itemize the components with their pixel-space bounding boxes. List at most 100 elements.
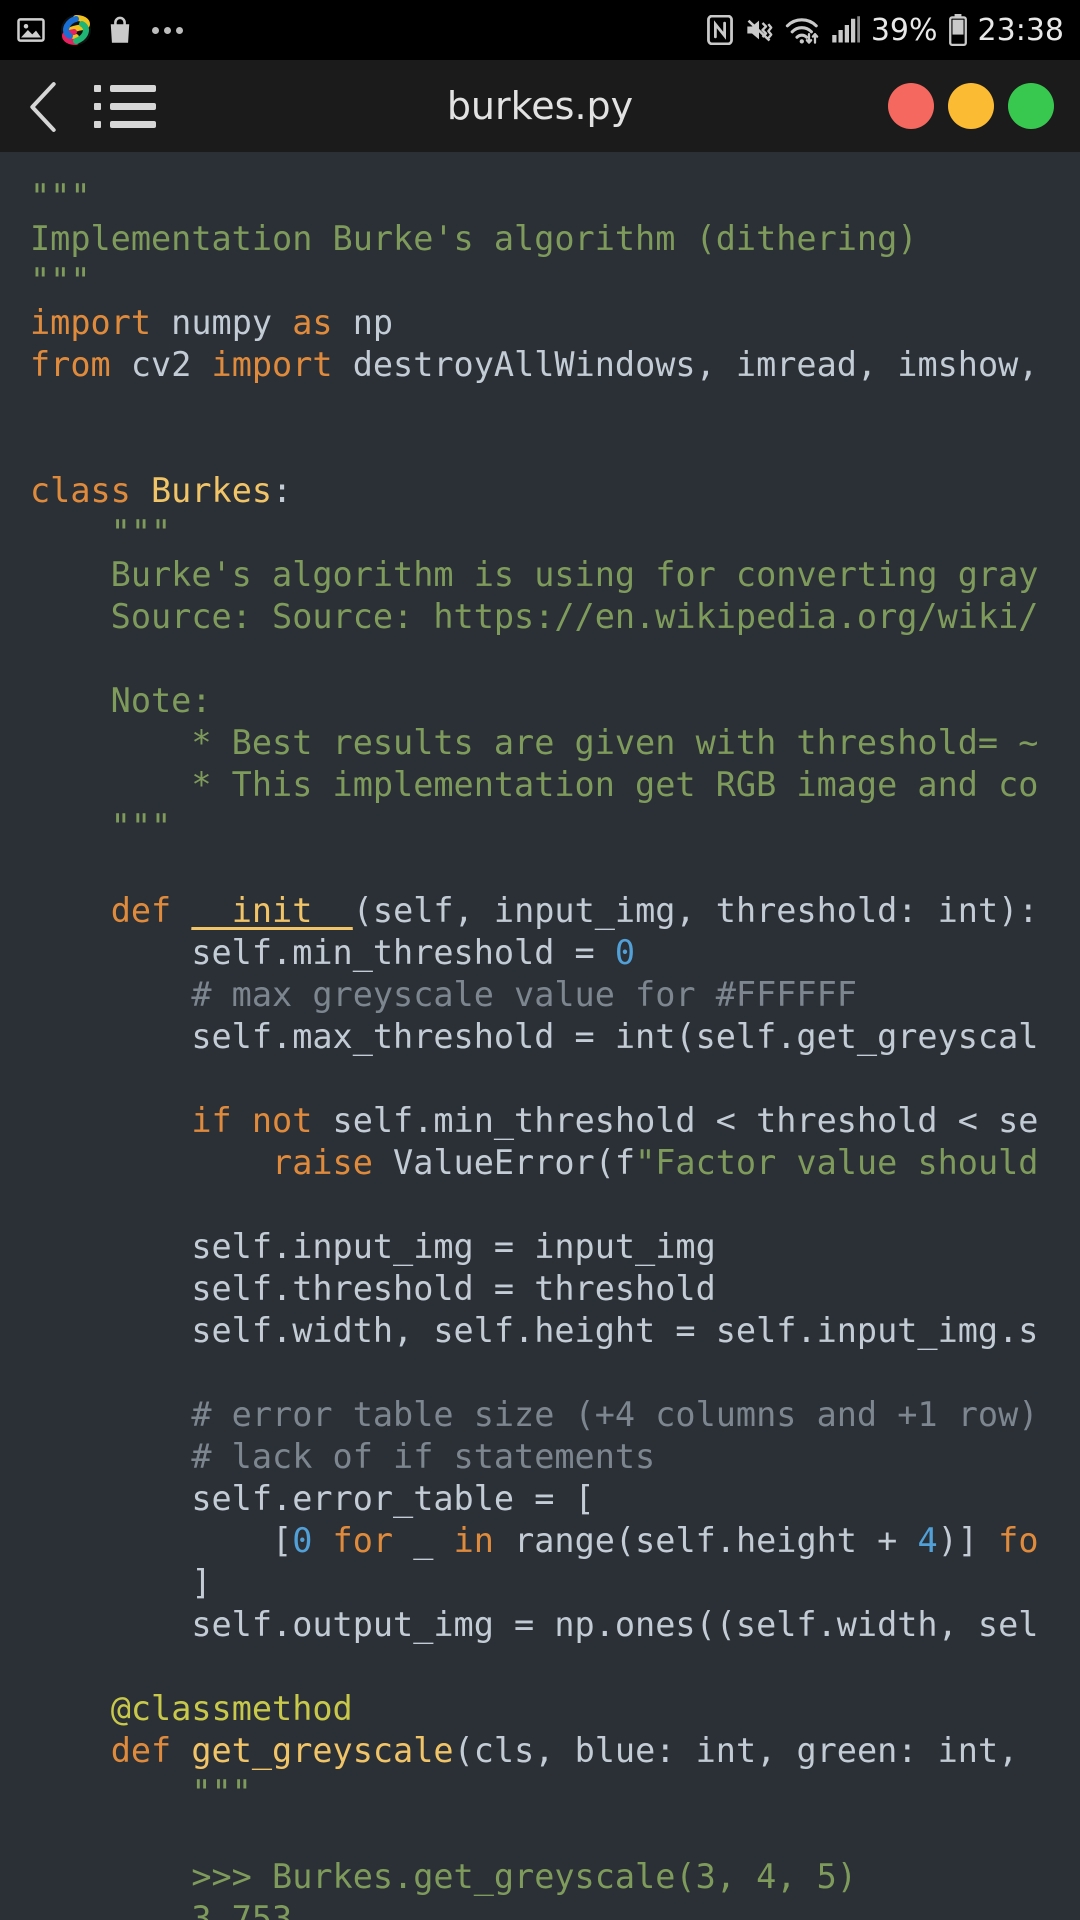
code-token: self.min_threshold = bbox=[30, 933, 615, 972]
code-line: if not self.min_threshold < threshold < … bbox=[30, 1100, 1080, 1142]
code-token: """ bbox=[30, 177, 91, 216]
code-token: as bbox=[292, 303, 333, 342]
status-bar-notification-icons bbox=[16, 14, 707, 46]
code-token: get_greyscale bbox=[191, 1731, 454, 1770]
code-line: import numpy as np bbox=[30, 302, 1080, 344]
code-token: """ bbox=[30, 807, 172, 846]
code-token: _ bbox=[393, 1521, 454, 1560]
code-token: 3.753 bbox=[30, 1899, 293, 1920]
code-token: destroyAllWindows, imread, imshow, bbox=[332, 345, 1039, 384]
code-token: )] bbox=[937, 1521, 999, 1560]
code-token: # lack of if statements bbox=[30, 1437, 656, 1476]
file-list-icon[interactable] bbox=[94, 84, 156, 128]
code-content[interactable]: """ Implementation Burke's algorithm (dit… bbox=[0, 176, 1080, 1920]
wifi-data-transfer-icon bbox=[785, 15, 821, 45]
minimize-button[interactable] bbox=[948, 83, 994, 129]
code-token: * Best results are given with threshold=… bbox=[30, 723, 1039, 762]
code-token: Source: Source: https://en.wikipedia.org… bbox=[30, 597, 1039, 636]
code-token: fo bbox=[998, 1521, 1039, 1560]
shopping-bag-icon bbox=[106, 15, 134, 45]
code-line: self.width, self.height = self.input_img… bbox=[30, 1310, 1080, 1352]
code-line: [0 for _ in range(self.height + 4)] fo bbox=[30, 1520, 1080, 1562]
code-line: Source: Source: https://en.wikipedia.org… bbox=[30, 596, 1080, 638]
code-token: @classmethod bbox=[110, 1689, 353, 1728]
code-line: Implementation Burke's algorithm (dither… bbox=[30, 218, 1080, 260]
code-token: """ bbox=[30, 1773, 252, 1812]
status-bar: 39% 23:38 bbox=[0, 0, 1080, 60]
clock-label: 23:38 bbox=[977, 12, 1064, 48]
samsung-internet-logo-icon bbox=[60, 14, 92, 46]
code-token: in bbox=[453, 1521, 494, 1560]
code-token: self.threshold = threshold bbox=[30, 1269, 716, 1308]
maximize-button[interactable] bbox=[1008, 83, 1054, 129]
code-line: def __init__(self, input_img, threshold:… bbox=[30, 890, 1080, 932]
code-token: >>> Burkes.get_greyscale(3, 4, 5) bbox=[30, 1857, 857, 1896]
app-bar-left-controls bbox=[26, 81, 156, 132]
code-line: self.max_threshold = int(self.get_greysc… bbox=[30, 1016, 1080, 1058]
code-token: Burke's algorithm is using for convertin… bbox=[30, 555, 1039, 594]
cellular-signal-icon bbox=[831, 16, 861, 44]
code-token: for bbox=[332, 1521, 394, 1560]
code-token: from bbox=[30, 345, 111, 384]
code-line: self.min_threshold = 0 bbox=[30, 932, 1080, 974]
sound-vibrate-mute-icon bbox=[743, 16, 775, 44]
code-line: # max greyscale value for #FFFFFF bbox=[30, 974, 1080, 1016]
code-token: def bbox=[110, 1731, 172, 1770]
code-token: raise bbox=[272, 1143, 373, 1182]
code-line: # error table size (+4 columns and +1 ro… bbox=[30, 1394, 1080, 1436]
code-token: np bbox=[332, 303, 394, 342]
code-token: numpy bbox=[151, 303, 293, 342]
code-token: 4 bbox=[917, 1521, 938, 1560]
code-token: self.min_threshold < threshold < se bbox=[312, 1101, 1039, 1140]
back-chevron-icon[interactable] bbox=[26, 81, 60, 132]
code-token: # max greyscale value for #FFFFFF bbox=[30, 975, 857, 1014]
code-token: def bbox=[110, 891, 172, 930]
code-line: Note: bbox=[30, 680, 1080, 722]
code-token: : bbox=[272, 471, 293, 510]
code-line: 3.753 bbox=[30, 1898, 1080, 1920]
code-token: """ bbox=[30, 513, 172, 552]
status-bar-system-icons: 39% 23:38 bbox=[706, 12, 1064, 48]
code-token: self.output_img = np.ones((self.width, s… bbox=[30, 1605, 1039, 1644]
code-token: 0 bbox=[292, 1521, 313, 1560]
code-token: Implementation Burke's algorithm (dither… bbox=[30, 219, 918, 258]
close-button[interactable] bbox=[888, 83, 934, 129]
code-token: class bbox=[30, 471, 131, 510]
code-line: """ bbox=[30, 1772, 1080, 1814]
code-editor-viewport[interactable]: """ Implementation Burke's algorithm (dit… bbox=[0, 152, 1080, 1920]
code-token: cv2 bbox=[110, 345, 212, 384]
code-line: >>> Burkes.get_greyscale(3, 4, 5) bbox=[30, 1856, 1080, 1898]
code-token: # error table size (+4 columns and +1 ro… bbox=[30, 1395, 1039, 1434]
code-line: """ bbox=[30, 260, 1080, 302]
app-bar: burkes.py bbox=[0, 60, 1080, 152]
code-token: """ bbox=[30, 261, 91, 300]
code-line: """ bbox=[30, 806, 1080, 848]
code-token: 0 bbox=[614, 933, 636, 972]
code-token: self.input_img = input_img bbox=[30, 1227, 716, 1266]
code-line: class Burkes: bbox=[30, 470, 1080, 512]
code-line: # lack of if statements bbox=[30, 1436, 1080, 1478]
code-line: * This implementation get RGB image and … bbox=[30, 764, 1080, 806]
code-line: self.error_table = [ bbox=[30, 1478, 1080, 1520]
code-token: "Factor value should bbox=[635, 1143, 1039, 1182]
code-token: Burkes bbox=[151, 471, 273, 510]
code-line: """ bbox=[30, 512, 1080, 554]
code-token: import bbox=[30, 303, 152, 342]
code-line: self.output_img = np.ones((self.width, s… bbox=[30, 1604, 1080, 1646]
code-token: (cls, blue: int, green: int, bbox=[453, 1731, 1019, 1770]
code-token: if not bbox=[191, 1101, 313, 1140]
code-line: raise ValueError(f"Factor value should bbox=[30, 1142, 1080, 1184]
code-line: from cv2 import destroyAllWindows, imrea… bbox=[30, 344, 1080, 386]
